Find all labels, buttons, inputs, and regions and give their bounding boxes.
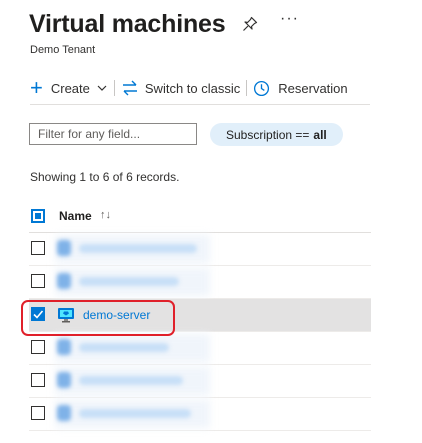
- page-title: Virtual machines: [29, 10, 226, 38]
- plus-icon: +: [30, 75, 43, 100]
- subscription-filter-label: Subscription ==: [226, 127, 310, 142]
- toolbar-underline: [30, 104, 370, 105]
- reservation-button[interactable]: Reservation: [253, 76, 348, 100]
- switch-arrows-icon: [122, 80, 137, 96]
- tenant-subtitle: Demo Tenant: [30, 44, 96, 56]
- more-options-icon[interactable]: ···: [280, 10, 299, 28]
- table-header: Name ↑↓: [29, 200, 371, 233]
- row-checkbox[interactable]: [31, 241, 45, 255]
- reservation-label: Reservation: [278, 80, 348, 96]
- table-row[interactable]: [29, 398, 371, 431]
- clock-icon: [254, 80, 270, 96]
- redacted-vm-name[interactable]: [79, 376, 183, 385]
- table-row[interactable]: [29, 365, 371, 398]
- redacted-vm-name[interactable]: [79, 277, 179, 286]
- toolbar-divider: [113, 80, 115, 96]
- redacted-vm-name[interactable]: [79, 244, 197, 253]
- row-checkbox[interactable]: [31, 340, 45, 354]
- table-row[interactable]: [29, 233, 371, 266]
- redacted-vm-name[interactable]: [79, 409, 191, 418]
- row-checkbox[interactable]: [31, 373, 45, 387]
- redacted-vm-name[interactable]: [79, 343, 169, 352]
- vm-name-link[interactable]: demo-server: [83, 308, 150, 322]
- subscription-filter-value: all: [313, 127, 327, 142]
- row-checkbox[interactable]: [31, 274, 45, 288]
- command-bar: + Create Switch to classic Reservation: [30, 76, 348, 100]
- table-row[interactable]: [29, 266, 371, 299]
- vm-icon: [57, 372, 71, 388]
- partial-check-icon: [35, 213, 41, 219]
- table-row[interactable]: demo-server: [29, 299, 371, 332]
- row-checkbox[interactable]: [31, 307, 45, 321]
- virtual-machine-icon: [58, 308, 74, 323]
- vm-icon: [57, 339, 71, 355]
- sort-icon[interactable]: ↑↓: [100, 209, 111, 221]
- switch-label: Switch to classic: [144, 80, 241, 96]
- select-all-checkbox[interactable]: [31, 209, 45, 223]
- create-label: Create: [50, 80, 90, 96]
- column-header-name[interactable]: Name: [59, 209, 92, 223]
- chevron-down-icon: [97, 85, 107, 91]
- vm-icon: [57, 405, 71, 421]
- vm-icon: [57, 273, 71, 289]
- toolbar-divider: [246, 80, 248, 96]
- checkmark-icon: [33, 310, 44, 319]
- create-button[interactable]: + Create: [30, 76, 108, 100]
- subscription-filter-pill[interactable]: Subscription == all: [210, 123, 343, 146]
- switch-to-classic-button[interactable]: Switch to classic: [121, 76, 240, 100]
- table-row[interactable]: [29, 332, 371, 365]
- vm-table: Name ↑↓ demo-server: [29, 200, 371, 431]
- records-count: Showing 1 to 6 of 6 records.: [30, 170, 180, 184]
- filter-input[interactable]: [29, 123, 197, 145]
- vm-icon: [57, 240, 71, 256]
- row-checkbox[interactable]: [31, 406, 45, 420]
- pin-icon[interactable]: [242, 16, 258, 32]
